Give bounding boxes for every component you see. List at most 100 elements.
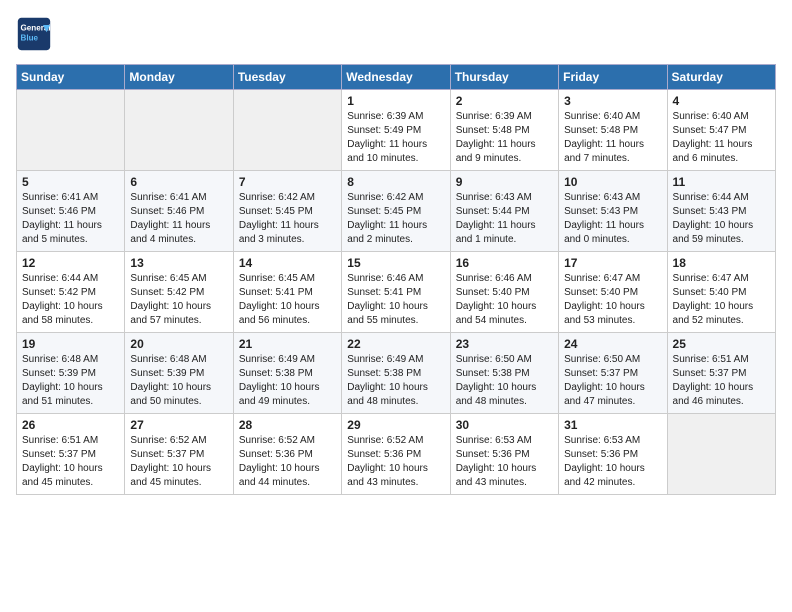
calendar-cell: 25 Sunrise: 6:51 AM Sunset: 5:37 PM Dayli… [667,333,775,414]
day-info: Sunrise: 6:41 AM Sunset: 5:46 PM Dayligh… [22,191,119,247]
day-info: Sunrise: 6:53 AM Sunset: 5:36 PM Dayligh… [564,434,661,490]
day-number: 20 [130,337,227,351]
calendar-cell: 3 Sunrise: 6:40 AM Sunset: 5:48 PM Daylig… [559,90,667,171]
day-number: 23 [456,337,553,351]
day-number: 6 [130,175,227,189]
calendar-cell: 19Sunrise: 6:48 AM Sunset: 5:39 PM Dayli… [17,333,125,414]
day-info: Sunrise: 6:51 AM Sunset: 5:37 PM Dayligh… [22,434,119,490]
day-number: 8 [347,175,444,189]
day-number: 18 [673,256,770,270]
day-number: 2 [456,94,553,108]
day-number: 19 [22,337,119,351]
day-number: 30 [456,418,553,432]
day-header-monday: Monday [125,65,233,90]
day-header-thursday: Thursday [450,65,558,90]
day-number: 25 [673,337,770,351]
day-number: 4 [673,94,770,108]
day-number: 24 [564,337,661,351]
day-header-saturday: Saturday [667,65,775,90]
calendar-cell: 9 Sunrise: 6:43 AM Sunset: 5:44 PM Daylig… [450,171,558,252]
calendar-cell [233,90,341,171]
day-info: Sunrise: 6:44 AM Sunset: 5:43 PM Dayligh… [673,191,770,247]
day-info: Sunrise: 6:43 AM Sunset: 5:43 PM Dayligh… [564,191,661,247]
calendar-cell: 24 Sunrise: 6:50 AM Sunset: 5:37 PM Dayli… [559,333,667,414]
calendar-cell: 22Sunrise: 6:49 AM Sunset: 5:38 PM Dayli… [342,333,450,414]
calendar-cell: 23 Sunrise: 6:50 AM Sunset: 5:38 PM Dayli… [450,333,558,414]
day-info: Sunrise: 6:49 AM Sunset: 5:38 PM Dayligh… [239,353,336,409]
calendar-cell: 8 Sunrise: 6:42 AM Sunset: 5:45 PM Daylig… [342,171,450,252]
week-row-4: 19 Sunrise: 6:48 AM Sunset: 5:39 PM Dayli… [17,333,776,414]
calendar-cell: 5Sunrise: 6:41 AM Sunset: 5:46 PM Daylig… [17,171,125,252]
calendar-cell: 1 Sunrise: 6:39 AM Sunset: 5:49 PM Daylig… [342,90,450,171]
day-header-sunday: Sunday [17,65,125,90]
day-number: 31 [564,418,661,432]
day-info: Sunrise: 6:49 AM Sunset: 5:38 PM Dayligh… [347,353,444,409]
calendar-cell: 13 Sunrise: 6:45 AM Sunset: 5:42 PM Dayli… [125,252,233,333]
day-number: 11 [673,175,770,189]
calendar-cell: 21 Sunrise: 6:49 AM Sunset: 5:38 PM Dayli… [233,333,341,414]
calendar-cell [125,90,233,171]
day-number: 3 [564,94,661,108]
day-number: 16 [456,256,553,270]
calendar-cell: 12 Sunrise: 6:44 AM Sunset: 5:42 PM Dayli… [17,252,125,333]
day-number: 29 [347,418,444,432]
day-number: 21 [239,337,336,351]
svg-text:Blue: Blue [21,33,39,42]
calendar-cell: 16 Sunrise: 6:46 AM Sunset: 5:40 PM Dayli… [450,252,558,333]
calendar-table: SundayMondayTuesdayWednesdayThursdayFrid… [16,64,776,495]
day-info: Sunrise: 6:43 AM Sunset: 5:44 PM Dayligh… [456,191,553,247]
day-info: Sunrise: 6:46 AM Sunset: 5:40 PM Dayligh… [456,272,553,328]
calendar-cell: 29 Sunrise: 6:52 AM Sunset: 5:36 PM Dayli… [342,414,450,495]
day-info: Sunrise: 6:52 AM Sunset: 5:36 PM Dayligh… [239,434,336,490]
day-info: Sunrise: 6:45 AM Sunset: 5:41 PM Dayligh… [239,272,336,328]
day-info: Sunrise: 6:41 AM Sunset: 5:46 PM Dayligh… [130,191,227,247]
calendar-cell [17,90,125,171]
calendar-body: 1 Sunrise: 6:39 AM Sunset: 5:49 PM Daylig… [17,90,776,495]
day-number: 28 [239,418,336,432]
day-number: 14 [239,256,336,270]
day-number: 1 [347,94,444,108]
day-number: 10 [564,175,661,189]
day-info: Sunrise: 6:44 AM Sunset: 5:42 PM Dayligh… [22,272,119,328]
day-info: Sunrise: 6:39 AM Sunset: 5:48 PM Dayligh… [456,110,553,166]
calendar-cell: 18 Sunrise: 6:47 AM Sunset: 5:40 PM Dayli… [667,252,775,333]
calendar-cell: 10 Sunrise: 6:43 AM Sunset: 5:43 PM Dayli… [559,171,667,252]
day-header-wednesday: Wednesday [342,65,450,90]
day-header-friday: Friday [559,65,667,90]
day-number: 26 [22,418,119,432]
day-number: 27 [130,418,227,432]
day-info: Sunrise: 6:50 AM Sunset: 5:38 PM Dayligh… [456,353,553,409]
calendar-cell: 7Sunrise: 6:42 AM Sunset: 5:45 PM Daylig… [233,171,341,252]
page-header: General Blue [16,16,776,52]
logo-icon: General Blue [16,16,52,52]
day-info: Sunrise: 6:47 AM Sunset: 5:40 PM Dayligh… [564,272,661,328]
calendar-cell: 4 Sunrise: 6:40 AM Sunset: 5:47 PM Daylig… [667,90,775,171]
day-info: Sunrise: 6:42 AM Sunset: 5:45 PM Dayligh… [347,191,444,247]
calendar-cell: 15Sunrise: 6:46 AM Sunset: 5:41 PM Dayli… [342,252,450,333]
calendar-cell: 11 Sunrise: 6:44 AM Sunset: 5:43 PM Dayli… [667,171,775,252]
day-number: 13 [130,256,227,270]
day-info: Sunrise: 6:51 AM Sunset: 5:37 PM Dayligh… [673,353,770,409]
calendar-cell: 31 Sunrise: 6:53 AM Sunset: 5:36 PM Dayli… [559,414,667,495]
day-info: Sunrise: 6:47 AM Sunset: 5:40 PM Dayligh… [673,272,770,328]
week-row-1: 1 Sunrise: 6:39 AM Sunset: 5:49 PM Daylig… [17,90,776,171]
week-row-2: 5Sunrise: 6:41 AM Sunset: 5:46 PM Daylig… [17,171,776,252]
calendar-cell: 26 Sunrise: 6:51 AM Sunset: 5:37 PM Dayli… [17,414,125,495]
day-number: 12 [22,256,119,270]
week-row-3: 12 Sunrise: 6:44 AM Sunset: 5:42 PM Dayli… [17,252,776,333]
day-number: 7 [239,175,336,189]
week-row-5: 26 Sunrise: 6:51 AM Sunset: 5:37 PM Dayli… [17,414,776,495]
calendar-cell: 27Sunrise: 6:52 AM Sunset: 5:37 PM Dayli… [125,414,233,495]
day-info: Sunrise: 6:45 AM Sunset: 5:42 PM Dayligh… [130,272,227,328]
day-info: Sunrise: 6:40 AM Sunset: 5:47 PM Dayligh… [673,110,770,166]
day-info: Sunrise: 6:52 AM Sunset: 5:36 PM Dayligh… [347,434,444,490]
day-info: Sunrise: 6:39 AM Sunset: 5:49 PM Dayligh… [347,110,444,166]
calendar-cell: 20 Sunrise: 6:48 AM Sunset: 5:39 PM Dayli… [125,333,233,414]
day-info: Sunrise: 6:48 AM Sunset: 5:39 PM Dayligh… [130,353,227,409]
day-info: Sunrise: 6:46 AM Sunset: 5:41 PM Dayligh… [347,272,444,328]
day-number: 9 [456,175,553,189]
calendar-cell: 28 Sunrise: 6:52 AM Sunset: 5:36 PM Dayli… [233,414,341,495]
calendar-cell: 14 Sunrise: 6:45 AM Sunset: 5:41 PM Dayli… [233,252,341,333]
day-info: Sunrise: 6:50 AM Sunset: 5:37 PM Dayligh… [564,353,661,409]
day-info: Sunrise: 6:40 AM Sunset: 5:48 PM Dayligh… [564,110,661,166]
